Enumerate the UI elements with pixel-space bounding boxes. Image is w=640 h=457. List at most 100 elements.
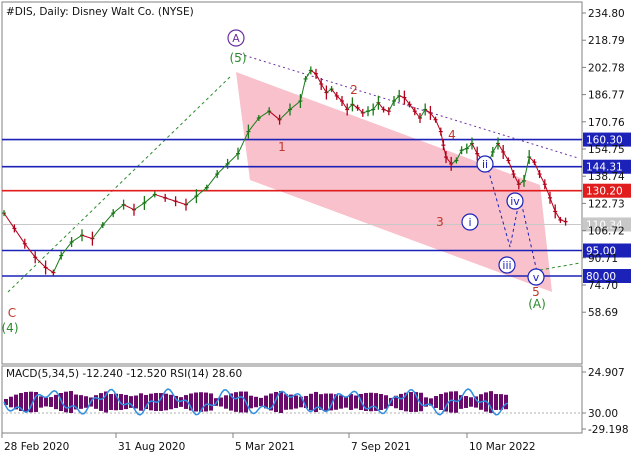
level-price-label: 130.20 [586, 186, 623, 198]
price-link [13, 228, 26, 244]
macd-bar [464, 396, 468, 408]
y-tick-label: 74.70 [588, 280, 618, 292]
price-link [112, 204, 124, 214]
y-tick-label: 106.72 [588, 226, 625, 238]
macd-bar [294, 395, 298, 409]
price-link [336, 95, 343, 102]
macd-bar [409, 392, 413, 412]
y-tick-label: 234.80 [588, 8, 625, 20]
indicator-tick-label: 24.907 [588, 367, 625, 379]
price-link [440, 131, 444, 146]
price-link [404, 97, 410, 105]
wave-label: (5) [230, 51, 247, 65]
price-link [497, 143, 504, 153]
macd-bar [399, 393, 403, 411]
macd-bar [9, 396, 13, 408]
macd-bar [254, 396, 258, 408]
price-link [102, 212, 114, 226]
price-link [471, 143, 478, 154]
price-link [378, 102, 384, 110]
price-link [81, 234, 93, 240]
macd-bar [344, 396, 348, 408]
macd-bar [234, 392, 238, 412]
macd-bar [39, 396, 43, 408]
wave-label: 2 [350, 83, 358, 97]
macd-bar [54, 394, 58, 410]
price-link [560, 219, 566, 223]
macd-bar [309, 393, 313, 411]
price-link [399, 95, 405, 99]
price-link [554, 211, 561, 221]
x-tick-label: 5 Mar 2021 [235, 441, 295, 453]
price-link [71, 234, 83, 243]
macd-bar [434, 396, 438, 408]
price-link [539, 173, 546, 185]
x-tick-label: 7 Sep 2021 [351, 441, 411, 453]
price-link [144, 194, 156, 204]
macd-bar [99, 393, 103, 411]
symbol-label: #DIS [6, 6, 33, 18]
macd-bar [339, 395, 343, 409]
macd-bar [354, 395, 358, 409]
price-link [466, 143, 473, 149]
price-link [362, 110, 369, 114]
price-link [523, 156, 530, 181]
price-link [133, 202, 145, 211]
macd-bar [64, 391, 68, 413]
price-link [346, 104, 353, 110]
price-link [492, 143, 499, 153]
wave-label: (4) [2, 321, 19, 335]
price-link [216, 163, 228, 175]
price-link [52, 255, 62, 273]
price-link [320, 83, 327, 93]
price-link [502, 151, 509, 161]
price-link [165, 197, 176, 202]
macd-bar [79, 395, 83, 409]
price-link [435, 119, 442, 132]
macd-bar [259, 397, 263, 407]
macd-bar [239, 391, 243, 413]
macd-bar [224, 395, 228, 409]
price-link [461, 148, 467, 151]
price-link [154, 193, 166, 199]
macd-bar [109, 394, 113, 410]
y-tick-label: 202.78 [588, 62, 625, 74]
price-link [393, 95, 400, 102]
macd-bar [194, 392, 198, 412]
wave-label: ii [482, 158, 488, 171]
macd-bar [469, 397, 473, 407]
macd-bar [169, 394, 173, 410]
price-link [372, 102, 379, 110]
wave-4-to-5-line [7, 74, 233, 293]
macd-bar [279, 391, 283, 413]
macd-bar [324, 393, 328, 411]
x-tick-label: 31 Aug 2020 [118, 441, 185, 453]
price-link [227, 153, 239, 165]
macd-bar [219, 397, 223, 407]
price-link [409, 104, 416, 112]
macd-bar [24, 392, 28, 412]
price-link [3, 212, 15, 229]
y-tick-label: 154.75 [588, 144, 625, 156]
macd-bar [349, 394, 353, 410]
price-link [123, 204, 135, 211]
x-tick-label: 10 Mar 2022 [469, 441, 536, 453]
price-link [367, 109, 374, 112]
price-link [196, 187, 208, 197]
timeframe-label: Daily: [39, 6, 68, 18]
y-tick-label: 90.71 [588, 253, 618, 265]
y-tick-label: 218.79 [588, 35, 625, 47]
wave-label: 3 [436, 215, 444, 229]
price-link [305, 70, 312, 80]
price-link [310, 70, 317, 75]
price-link [206, 173, 218, 188]
price-link [424, 109, 431, 114]
instrument-label: Disney Walt Co. (NYSE) [72, 6, 194, 18]
price-link [331, 88, 338, 97]
macd-bar [164, 393, 168, 411]
wave-label: (A) [528, 297, 546, 311]
price-chart[interactable]: 160.30144.31130.20110.3495.0080.00 A(5)2… [0, 0, 640, 457]
price-link [185, 195, 197, 206]
price-link [388, 100, 395, 112]
macd-bar [124, 394, 128, 410]
